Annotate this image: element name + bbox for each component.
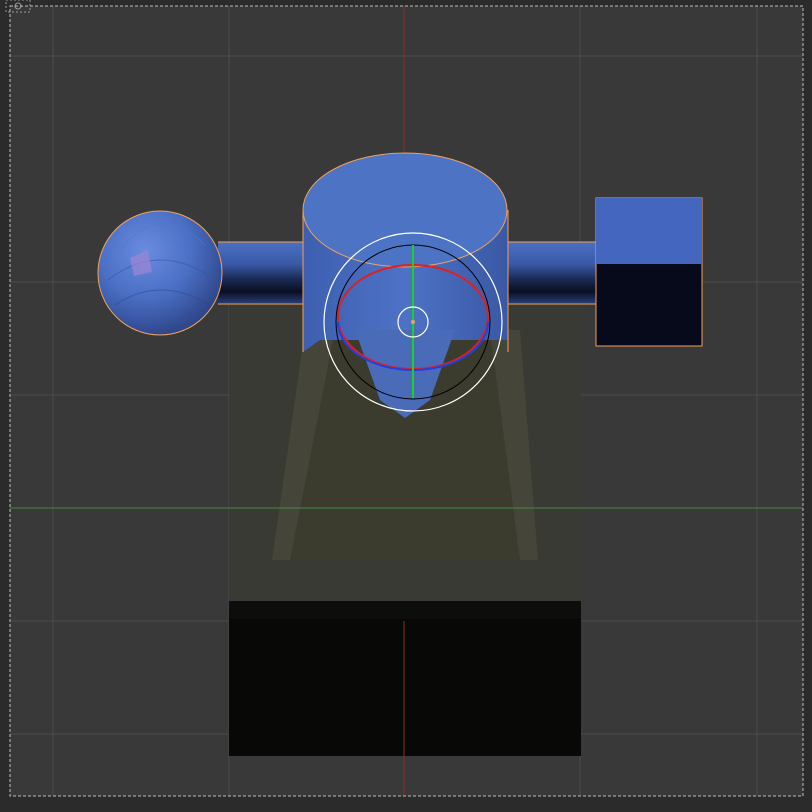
scene-canvas[interactable] [0, 0, 812, 812]
shadow-block [229, 601, 581, 756]
shadow-top-edge [229, 601, 581, 619]
pivot-point [411, 320, 415, 324]
cube-mesh [595, 197, 703, 347]
3d-viewport[interactable] [0, 0, 812, 812]
sphere-mesh [97, 210, 223, 336]
